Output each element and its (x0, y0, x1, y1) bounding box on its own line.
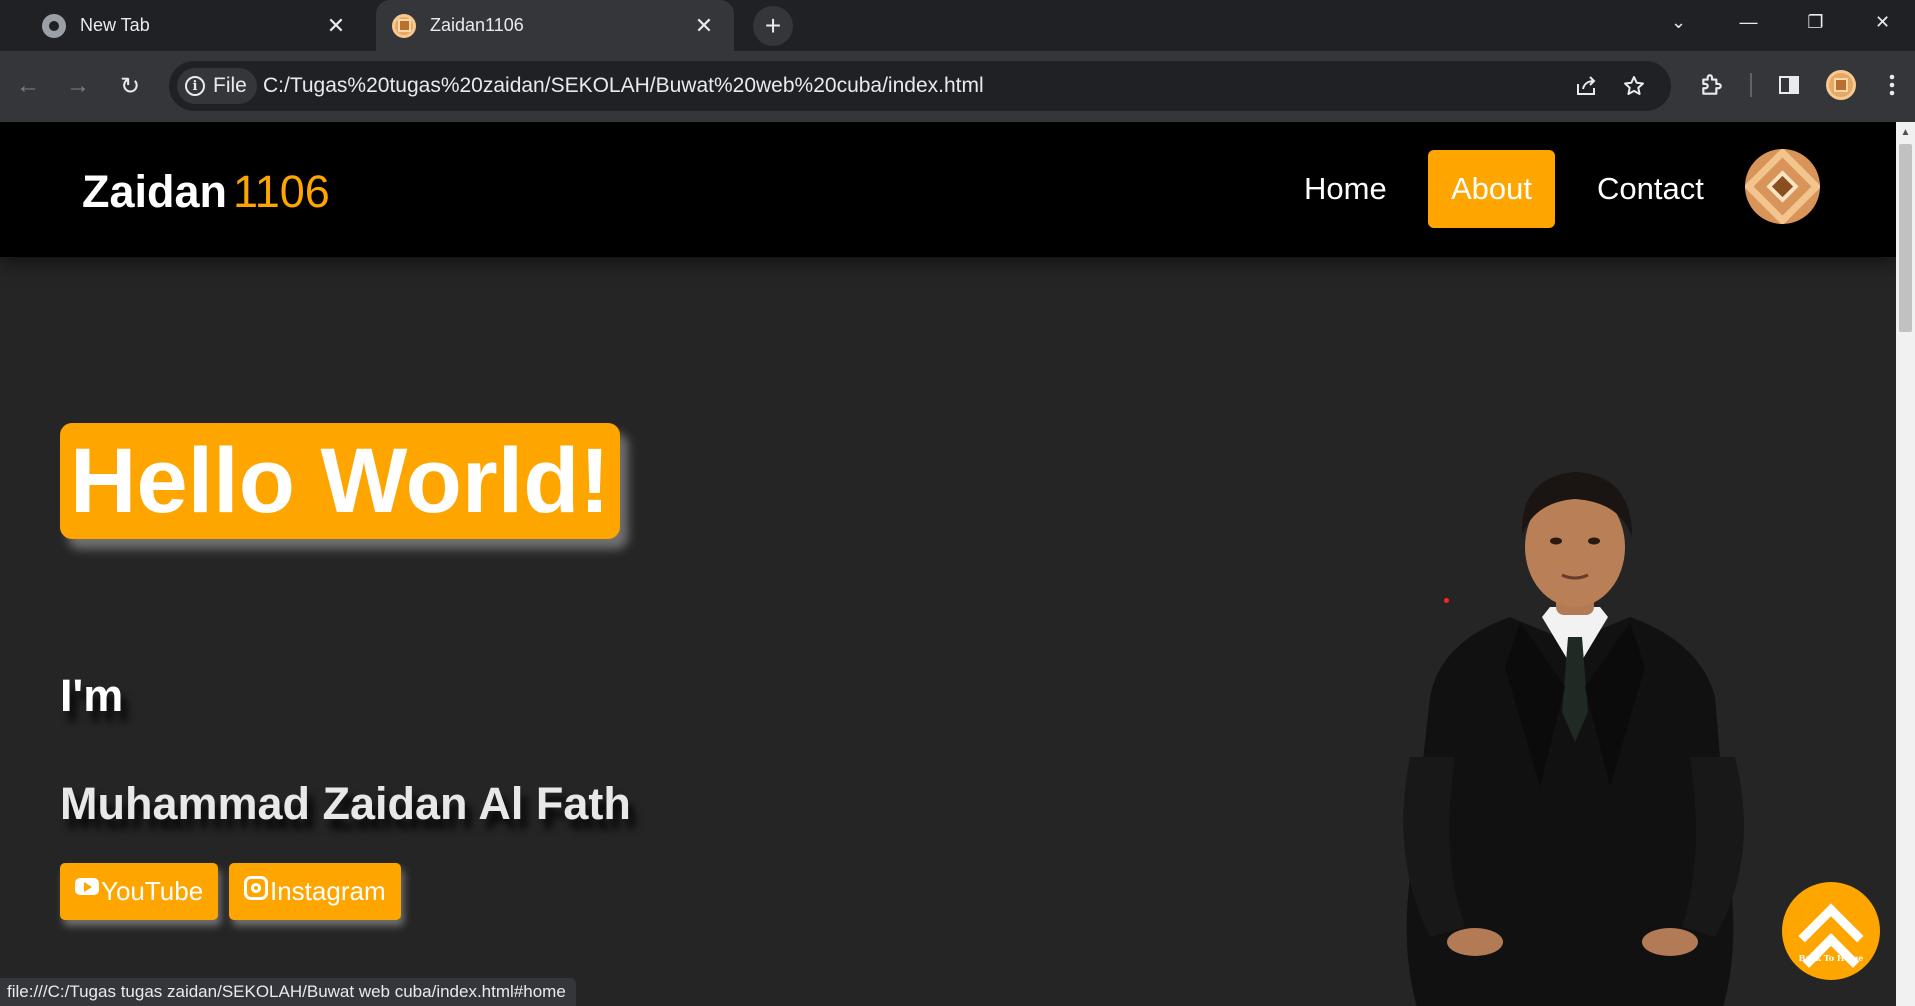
hero-headline: Hello World! (60, 423, 621, 539)
tab-title: Zaidan1106 (430, 15, 524, 35)
site-info-chip[interactable]: i File (177, 68, 257, 104)
page-scrollbar[interactable]: ▲ (1896, 122, 1915, 1006)
address-bar[interactable]: i File C:/Tugas%20tugas%20zaidan/SEKOLAH… (169, 61, 1671, 111)
profile-photo (1403, 472, 1744, 1006)
info-icon: i (185, 76, 205, 96)
back-button[interactable]: ← (6, 64, 50, 108)
window-close-button[interactable]: ✕ (1855, 0, 1910, 44)
instagram-label: Instagram (270, 876, 386, 906)
reload-button[interactable]: ↻ (108, 64, 152, 108)
chrome-icon (42, 13, 66, 38)
tab-new-tab[interactable]: New Tab ✕ (26, 0, 366, 51)
page-viewport: Zaidan 1106 Home About Contact Hello Worl… (0, 122, 1896, 1006)
minimize-button[interactable]: — (1721, 0, 1776, 44)
header-avatar[interactable] (1745, 149, 1820, 224)
menu-kebab-icon[interactable] (1874, 67, 1910, 103)
bookmark-star-icon[interactable] (1617, 69, 1651, 103)
toolbar-divider (1750, 73, 1752, 97)
hero-intro: I'm (60, 670, 124, 721)
side-panel-icon[interactable] (1771, 67, 1807, 103)
instagram-button[interactable]: Instagram (229, 863, 401, 920)
logo-name: Zaidan (82, 166, 228, 217)
restore-button[interactable]: ❐ (1788, 0, 1843, 44)
instagram-icon (244, 875, 268, 900)
url-text[interactable]: C:/Tugas%20tugas%20zaidan/SEKOLAH/Buwat%… (263, 61, 984, 111)
chevron-up-icon (1798, 903, 1864, 969)
nav-home-link[interactable]: Home (1281, 150, 1410, 228)
profile-avatar-icon[interactable] (1826, 70, 1856, 100)
extensions-puzzle-icon[interactable] (1694, 67, 1730, 103)
youtube-icon (75, 878, 99, 895)
tab-strip: New Tab ✕ Zaidan1106 ✕ + ⌄ — ❐ ✕ (0, 0, 1915, 51)
status-bar-url: file:///C:/Tugas tugas zaidan/SEKOLAH/Bu… (0, 978, 576, 1006)
nav-contact-link[interactable]: Contact (1574, 150, 1727, 228)
scrollbar-thumb[interactable] (1899, 144, 1912, 332)
site-favicon (392, 13, 416, 38)
nav-about-link[interactable]: About (1428, 150, 1556, 228)
hero-full-name: Muhammad Zaidan Al Fath (60, 778, 631, 829)
new-tab-button[interactable]: + (753, 6, 793, 46)
tab-zaidan1106[interactable]: Zaidan1106 ✕ (376, 0, 734, 51)
youtube-label: YouTube (101, 876, 204, 906)
tab-close-icon[interactable]: ✕ (322, 12, 350, 40)
browser-toolbar: ← → ↻ i File C:/Tugas%20tugas%20zaidan/S… (0, 51, 1915, 122)
tab-search-dropdown-icon[interactable]: ⌄ (1651, 0, 1706, 44)
forward-button[interactable]: → (56, 64, 100, 108)
share-icon[interactable] (1569, 69, 1603, 103)
tab-title: New Tab (80, 15, 150, 35)
scroll-up-arrow-icon[interactable]: ▲ (1896, 122, 1915, 142)
site-info-label: File (213, 74, 247, 97)
tab-close-icon[interactable]: ✕ (690, 12, 718, 40)
youtube-button[interactable]: YouTube (60, 863, 219, 920)
back-to-home-button[interactable]: Back To Home (1782, 882, 1880, 980)
site-header: Zaidan 1106 Home About Contact (0, 122, 1896, 257)
logo-accent: 1106 (233, 166, 330, 217)
site-logo[interactable]: Zaidan 1106 (82, 166, 330, 218)
